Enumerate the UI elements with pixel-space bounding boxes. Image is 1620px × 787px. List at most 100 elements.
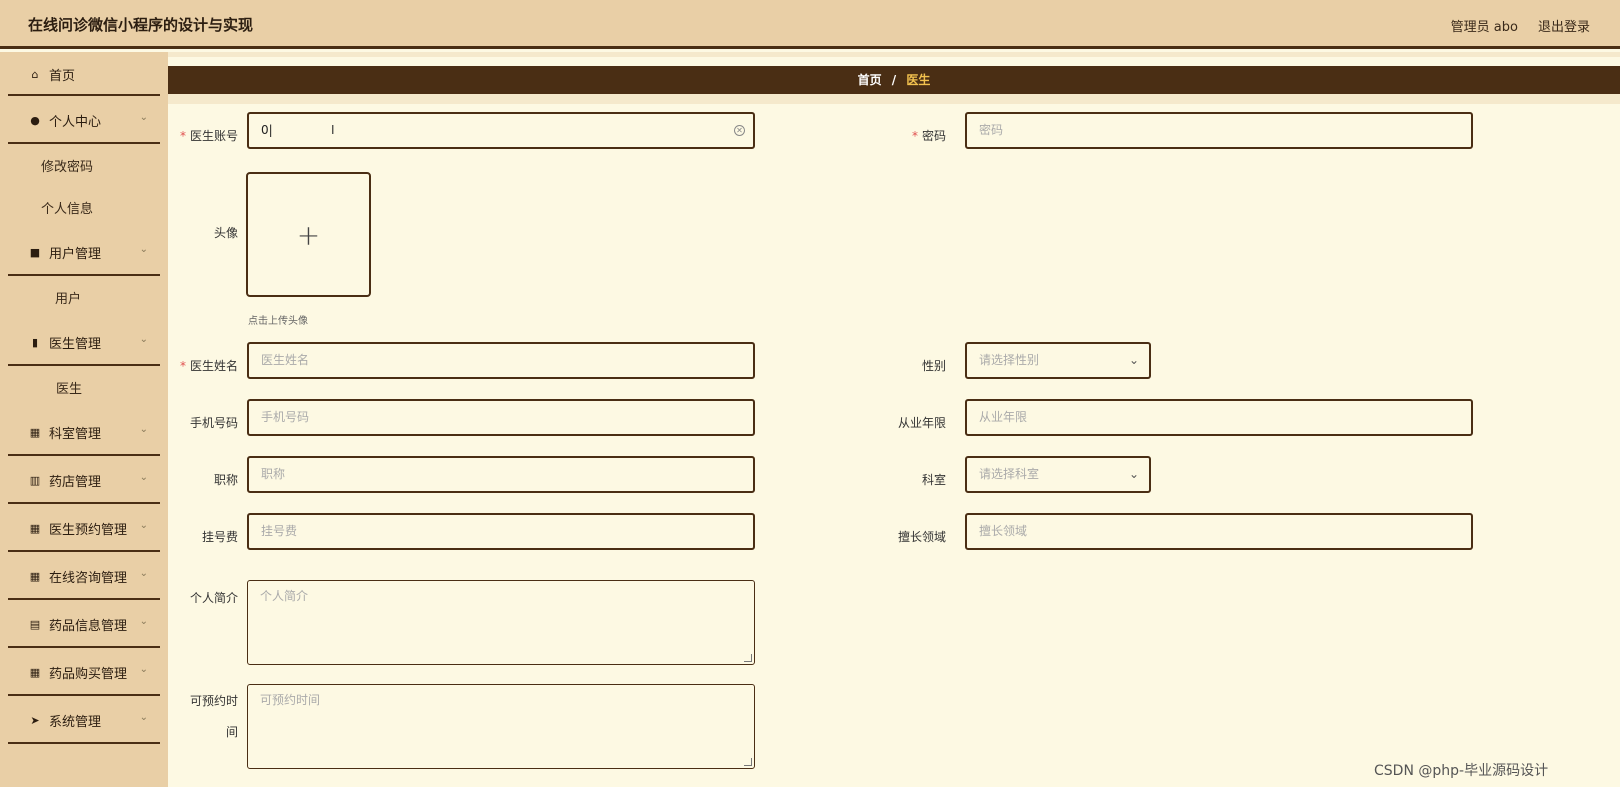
sidebar-item-label: 用户 <box>55 291 82 307</box>
chevron-down-icon: ⌄ <box>139 520 148 531</box>
sidebar-item-label: 药品购买管理 <box>49 666 128 682</box>
sidebar-item-label: 医生预约管理 <box>49 522 128 538</box>
resize-handle-icon[interactable] <box>744 758 752 766</box>
chevron-down-icon: ⌄ <box>1128 353 1139 367</box>
years-placeholder: 从业年限 <box>979 410 1028 424</box>
bar-chart-icon: ▥ <box>29 473 41 487</box>
chevron-down-icon: ⌄ <box>139 244 148 255</box>
sidebar-item-drug-info-mgmt[interactable]: ▤ 药品信息管理 ⌄ <box>0 600 168 648</box>
sidebar-subitem-doctor[interactable]: 医生 <box>0 366 168 408</box>
logout-link[interactable]: 退出登录 <box>1538 16 1590 35</box>
password-input[interactable]: 密码 <box>965 112 1473 149</box>
fee-input[interactable]: 挂号费 <box>247 513 755 550</box>
account-label: * 医生账号 <box>179 129 238 143</box>
sidebar-item-home[interactable]: ⌂ 首页 <box>0 52 168 96</box>
clipboard-icon: ▤ <box>29 617 41 631</box>
chevron-down-icon: ⌄ <box>139 568 148 579</box>
grid-icon: ▦ <box>29 425 41 439</box>
dept-label: 科室 <box>921 473 946 487</box>
sidebar-item-appointment-mgmt[interactable]: ▦ 医生预约管理 ⌄ <box>0 504 168 552</box>
breadcrumb-current: 医生 <box>906 73 931 87</box>
paper-plane-icon: ➤ <box>30 713 40 727</box>
chevron-down-icon: ⌄ <box>139 424 148 435</box>
sidebar-item-drug-purchase-mgmt[interactable]: ▦ 药品购买管理 ⌄ <box>0 648 168 696</box>
gender-placeholder: 请选择性别 <box>979 353 1040 367</box>
clear-icon[interactable]: ✕ <box>734 125 745 136</box>
sidebar-item-pharmacy-mgmt[interactable]: ▥ 药店管理 ⌄ <box>0 456 168 504</box>
available-time-label-line1: 可预约时 <box>189 694 238 708</box>
years-input[interactable]: 从业年限 <box>965 399 1473 436</box>
intro-textarea[interactable]: 个人简介 <box>247 580 755 665</box>
gender-label: 性别 <box>921 359 946 373</box>
intro-label: 个人简介 <box>189 591 238 605</box>
available-time-label-line2: 间 <box>225 725 238 739</box>
dept-select[interactable]: 请选择科室 ⌄ <box>965 456 1151 493</box>
user-icon: ● <box>30 113 40 127</box>
resize-handle-icon[interactable] <box>744 654 752 662</box>
name-label: * 医生姓名 <box>179 359 238 373</box>
title-label: 职称 <box>213 473 238 487</box>
chevron-down-icon: ⌄ <box>139 616 148 627</box>
chevron-down-icon: ⌄ <box>1128 467 1139 481</box>
phone-input[interactable]: 手机号码 <box>247 399 755 436</box>
sidebar-item-doctor-mgmt[interactable]: ▮ 医生管理 ⌄ <box>0 318 168 366</box>
top-strip <box>168 52 1620 57</box>
title-input[interactable]: 职称 <box>247 456 755 493</box>
account-value: 0 <box>261 123 269 137</box>
sidebar-item-label: 在线咨询管理 <box>49 570 128 586</box>
avatar-label: 头像 <box>213 226 238 240</box>
name-input[interactable]: 医生姓名 <box>247 342 755 379</box>
grid-icon: ▦ <box>29 521 41 535</box>
chevron-down-icon: ⌄ <box>139 112 148 123</box>
available-time-placeholder: 可预约时间 <box>260 693 321 707</box>
sidebar-item-label: 用户管理 <box>49 246 102 262</box>
specialty-label: 擅长领域 <box>897 530 946 544</box>
chevron-down-icon: ⌄ <box>139 334 148 345</box>
password-label: * 密码 <box>911 129 946 143</box>
gender-select[interactable]: 请选择性别 ⌄ <box>965 342 1151 379</box>
sidebar-item-dept-mgmt[interactable]: ▦ 科室管理 ⌄ <box>0 408 168 456</box>
sidebar-item-consult-mgmt[interactable]: ▦ 在线咨询管理 ⌄ <box>0 552 168 600</box>
sidebar-item-system-mgmt[interactable]: ➤ 系统管理 ⌄ <box>0 696 168 744</box>
sidebar-item-personal-center[interactable]: ● 个人中心 ⌄ <box>0 96 168 144</box>
name-placeholder: 医生姓名 <box>261 353 310 367</box>
phone-placeholder: 手机号码 <box>261 410 310 424</box>
breadcrumb-underline <box>168 94 1620 104</box>
plus-icon: + <box>296 218 321 251</box>
sidebar-item-label: 科室管理 <box>49 426 102 442</box>
app-title: 在线问诊微信小程序的设计与实现 <box>28 16 254 34</box>
sidebar-item-label: 药店管理 <box>49 474 102 490</box>
phone-label: 手机号码 <box>189 416 238 430</box>
sidebar-item-label: 医生管理 <box>49 336 102 352</box>
account-input[interactable]: 0| I ✕ <box>247 112 755 149</box>
dept-placeholder: 请选择科室 <box>979 467 1040 481</box>
breadcrumb: 首页 / 医生 <box>168 66 1620 94</box>
sidebar-subitem-personal-info[interactable]: 个人信息 <box>0 186 168 228</box>
sidebar-item-label: 系统管理 <box>49 714 102 730</box>
avatar-upload[interactable]: + <box>246 172 371 297</box>
sidebar-subitem-user[interactable]: 用户 <box>0 276 168 318</box>
sidebar-item-user-mgmt[interactable]: ■ 用户管理 ⌄ <box>0 228 168 276</box>
fee-label: 挂号费 <box>201 530 238 544</box>
chevron-down-icon: ⌄ <box>139 712 148 723</box>
thumbs-up-icon: ▮ <box>31 335 39 349</box>
specialty-placeholder: 擅长领域 <box>979 524 1028 538</box>
available-time-textarea[interactable]: 可预约时间 <box>247 684 755 769</box>
briefcase-icon: ■ <box>29 245 41 259</box>
password-placeholder: 密码 <box>979 123 1004 137</box>
fee-placeholder: 挂号费 <box>261 524 298 538</box>
sidebar-subitem-change-password[interactable]: 修改密码 <box>0 144 168 186</box>
sidebar-item-label: 个人信息 <box>41 201 94 217</box>
sidebar-item-label: 个人中心 <box>49 114 102 130</box>
years-label: 从业年限 <box>897 416 946 430</box>
specialty-input[interactable]: 擅长领域 <box>965 513 1473 550</box>
intro-placeholder: 个人简介 <box>260 589 309 603</box>
breadcrumb-home[interactable]: 首页 <box>858 73 882 87</box>
sidebar-item-label: 药品信息管理 <box>49 618 128 634</box>
home-icon: ⌂ <box>31 67 39 81</box>
title-placeholder: 职称 <box>261 467 286 481</box>
breadcrumb-separator: / <box>891 73 897 87</box>
sidebar-item-label: 首页 <box>49 68 76 84</box>
chevron-down-icon: ⌄ <box>139 472 148 483</box>
main-content: 首页 / 医生 * 医生账号 0| I ✕ * 密码 密码 头像 + 点击上传头像 … <box>168 52 1620 787</box>
